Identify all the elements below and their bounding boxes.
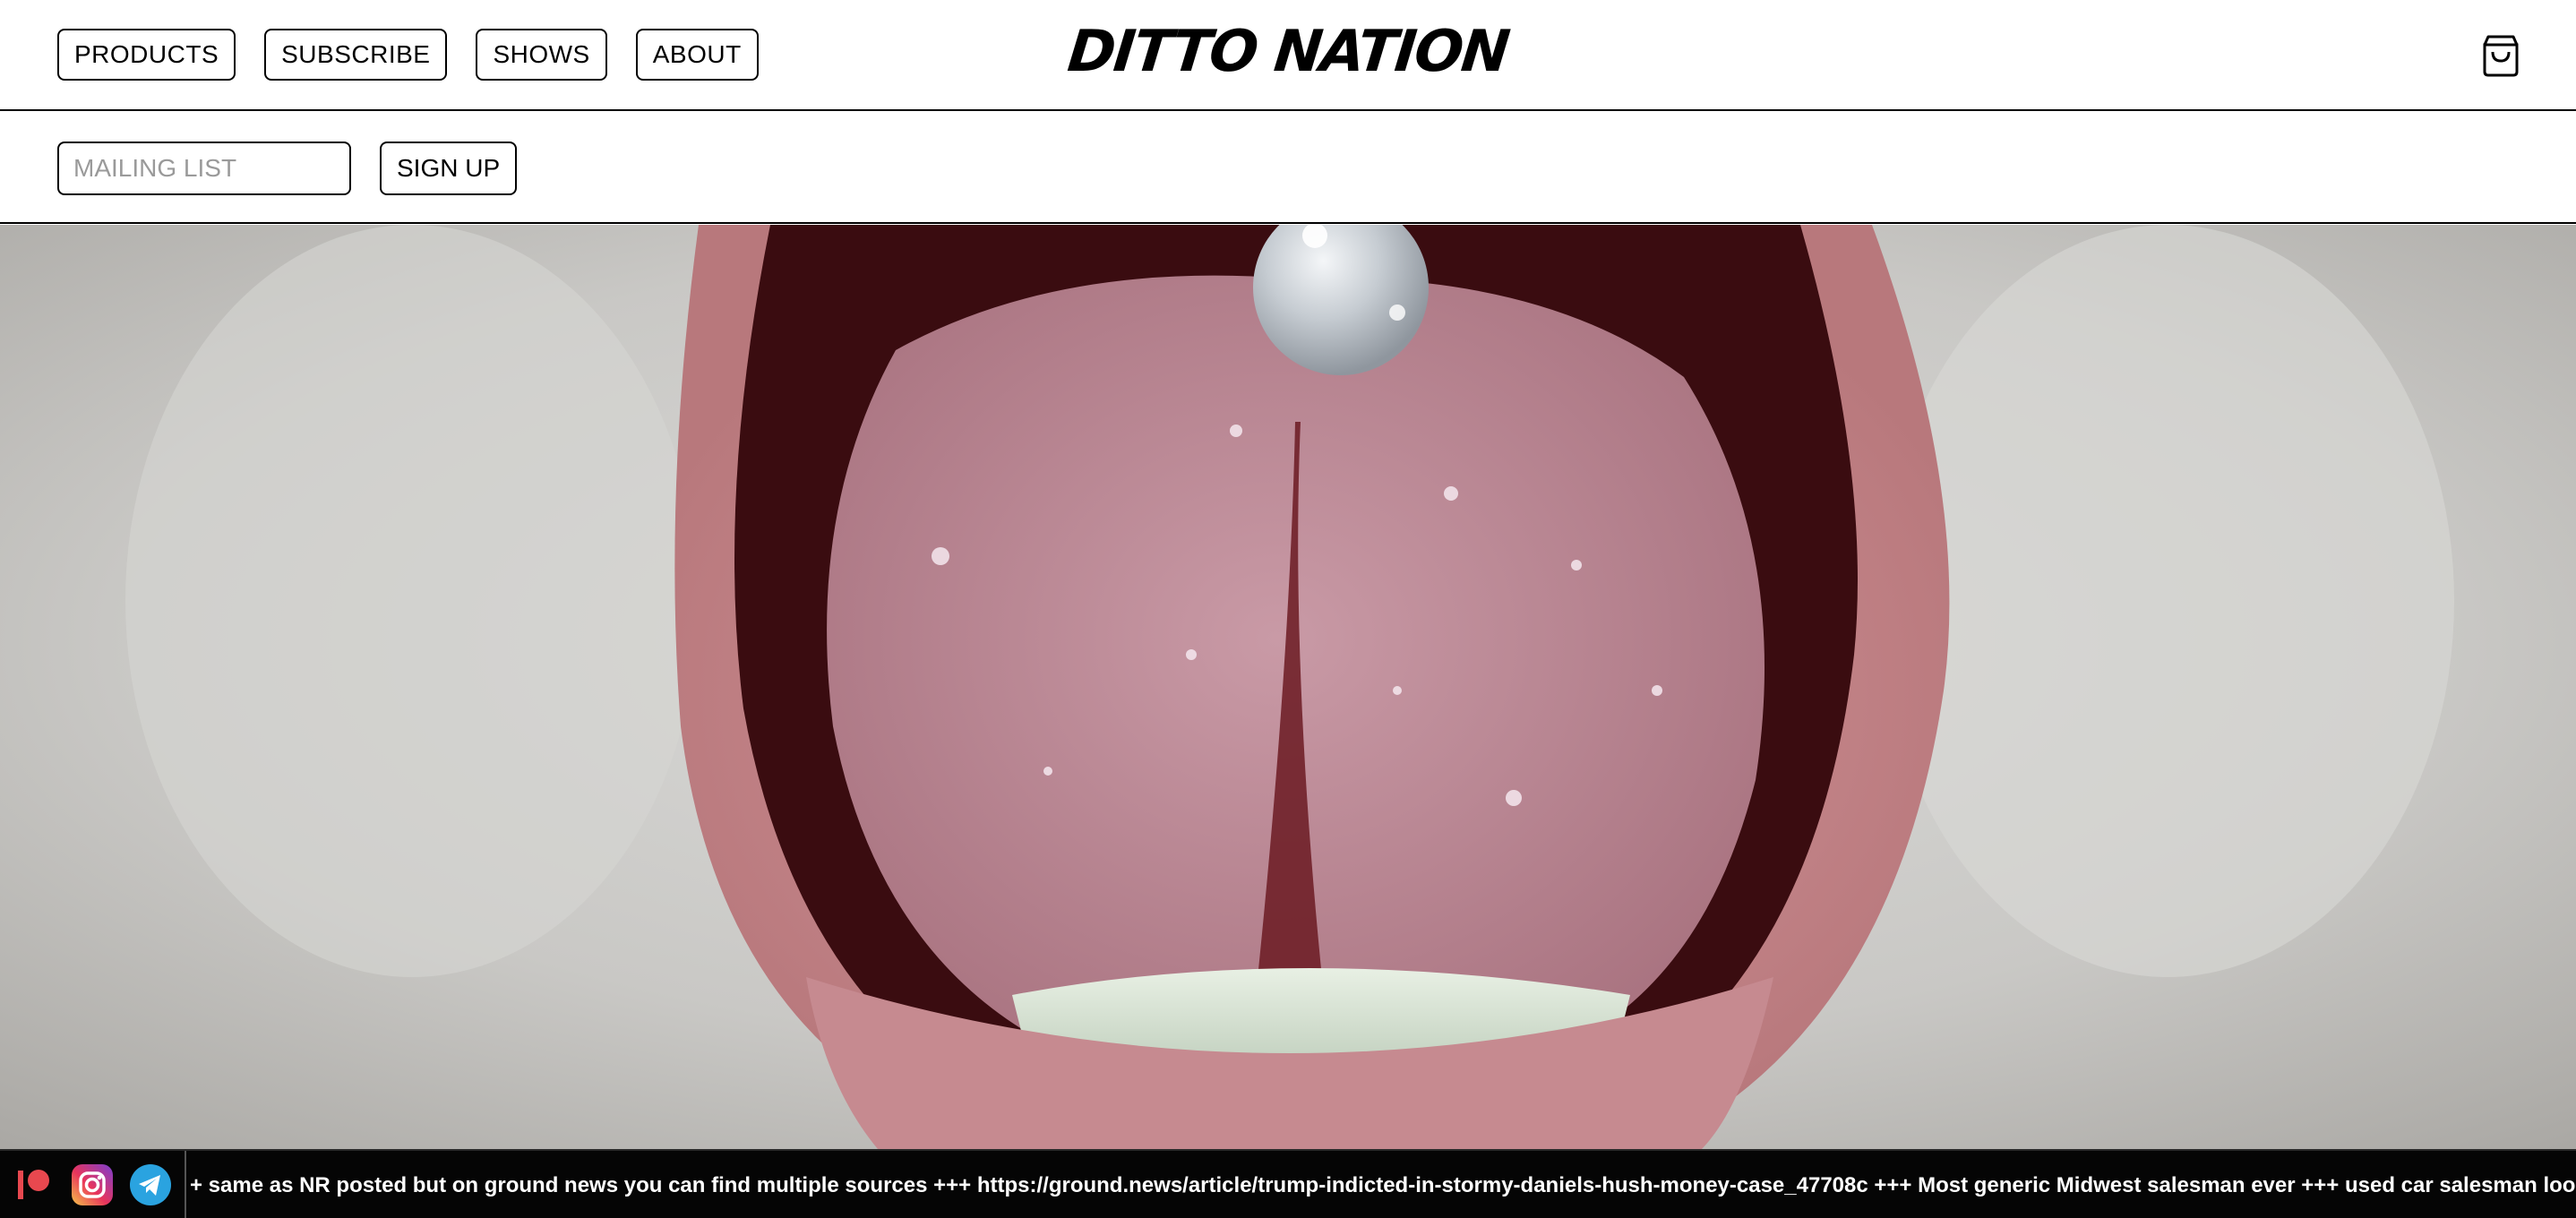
nav-subscribe-button[interactable]: SUBSCRIBE: [264, 29, 448, 81]
social-links: [0, 1151, 186, 1218]
nav-products-button[interactable]: PRODUCTS: [57, 29, 236, 81]
main-nav: PRODUCTS SUBSCRIBE SHOWS ABOUT: [57, 29, 759, 81]
site-header: PRODUCTS SUBSCRIBE SHOWS ABOUT DITTO NAT…: [0, 0, 2576, 111]
news-ticker-bar: + same as NR posted but on ground news y…: [0, 1149, 2576, 1218]
hero-image: [0, 225, 2576, 1149]
shopping-bag-icon[interactable]: [2481, 34, 2520, 77]
instagram-icon[interactable]: [71, 1163, 114, 1206]
patreon-icon[interactable]: [13, 1163, 56, 1206]
nav-shows-button[interactable]: SHOWS: [476, 29, 607, 81]
telegram-icon[interactable]: [129, 1163, 172, 1206]
mailing-list-bar: SIGN UP: [0, 111, 2576, 224]
sign-up-button[interactable]: SIGN UP: [380, 142, 518, 195]
nav-about-button[interactable]: ABOUT: [635, 29, 759, 81]
mailing-list-input[interactable]: [57, 142, 351, 195]
news-ticker-text[interactable]: + same as NR posted but on ground news y…: [190, 1151, 2576, 1218]
site-logo[interactable]: DITTO NATION: [1065, 19, 1512, 85]
